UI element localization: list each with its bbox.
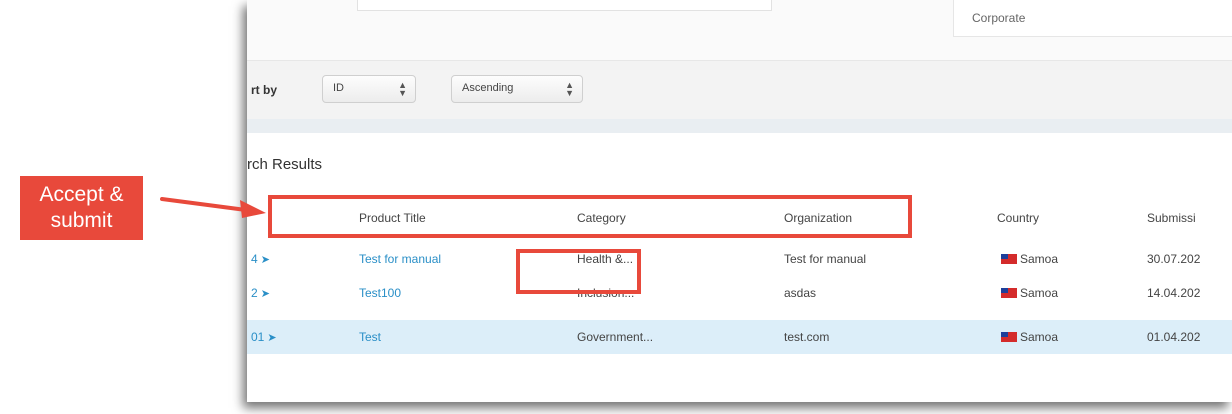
sort-field-select[interactable]: ID ▲ ▼ <box>322 75 416 103</box>
submission-date-cell: 14.04.202 <box>1147 286 1201 300</box>
product-title-link[interactable]: Test100 <box>359 286 401 300</box>
organization-type-value: Corporate <box>972 11 1026 25</box>
product-title-link[interactable]: Test for manual <box>359 252 441 266</box>
sort-field-value: ID <box>333 82 344 94</box>
search-input[interactable] <box>357 0 772 11</box>
rocket-icon[interactable]: ➤ <box>261 288 270 300</box>
sort-bar: rt by ID ▲ ▼ Ascending ▲ ▼ <box>247 60 1232 120</box>
table-row[interactable]: 2 ➤ Test100 Inclusion... asdas Samoa 14.0… <box>247 276 1232 310</box>
row-id-link[interactable]: 01 ➤ <box>251 330 277 344</box>
sort-order-select[interactable]: Ascending ▲ ▼ <box>451 75 583 103</box>
sort-order-value: Ascending <box>462 82 514 94</box>
samoa-flag-icon <box>1001 254 1017 264</box>
column-header-country[interactable]: Country <box>997 211 1039 225</box>
country-name: Samoa <box>1020 286 1059 300</box>
country-cell: Samoa <box>1001 330 1058 344</box>
callout-line-2: submit <box>50 209 113 232</box>
select-arrows-icon: ▲ ▼ <box>398 80 407 98</box>
country-name: Samoa <box>1020 252 1059 266</box>
country-name: Samoa <box>1020 330 1059 344</box>
sort-by-label: rt by <box>251 83 278 97</box>
row-id-link[interactable]: 2 ➤ <box>251 286 270 300</box>
row-id: 4 <box>251 252 258 266</box>
highlight-box-header <box>268 195 912 238</box>
search-results: rch Results Product Title Category Organ… <box>247 133 1232 402</box>
highlight-box-category-cell <box>516 249 641 294</box>
row-id-link[interactable]: 4 ➤ <box>251 252 270 266</box>
country-cell: Samoa <box>1001 286 1058 300</box>
table-row[interactable]: 4 ➤ Test for manual Health &... Test for … <box>247 242 1232 276</box>
category-cell: Government... <box>577 330 654 344</box>
samoa-flag-icon <box>1001 288 1017 298</box>
rocket-icon[interactable]: ➤ <box>261 254 270 266</box>
column-header-submission[interactable]: Submissi <box>1147 211 1196 225</box>
organization-cell: Test for manual <box>784 252 867 266</box>
organization-cell: asdas <box>784 286 817 300</box>
submission-date-cell: 01.04.202 <box>1147 330 1201 344</box>
country-cell: Samoa <box>1001 252 1058 266</box>
product-title-link[interactable]: Test <box>359 330 381 344</box>
organization-type-select[interactable]: Corporate <box>953 0 1232 37</box>
results-title: rch Results <box>247 156 323 173</box>
row-id: 2 <box>251 286 258 300</box>
row-id: 01 <box>251 330 265 344</box>
table-row-selected[interactable]: 01 ➤ Test Government... test.com Samoa 01… <box>247 320 1232 354</box>
annotation-callout: Accept & submit <box>20 176 143 240</box>
submission-date-cell: 30.07.202 <box>1147 252 1201 266</box>
organization-cell: test.com <box>784 330 830 344</box>
rocket-icon[interactable]: ➤ <box>267 332 276 344</box>
divider-strip <box>247 119 1232 133</box>
annotation-arrow-icon <box>160 197 266 218</box>
samoa-flag-icon <box>1001 332 1017 342</box>
callout-line-1: Accept & <box>39 183 124 206</box>
select-arrows-icon: ▲ ▼ <box>565 80 574 98</box>
